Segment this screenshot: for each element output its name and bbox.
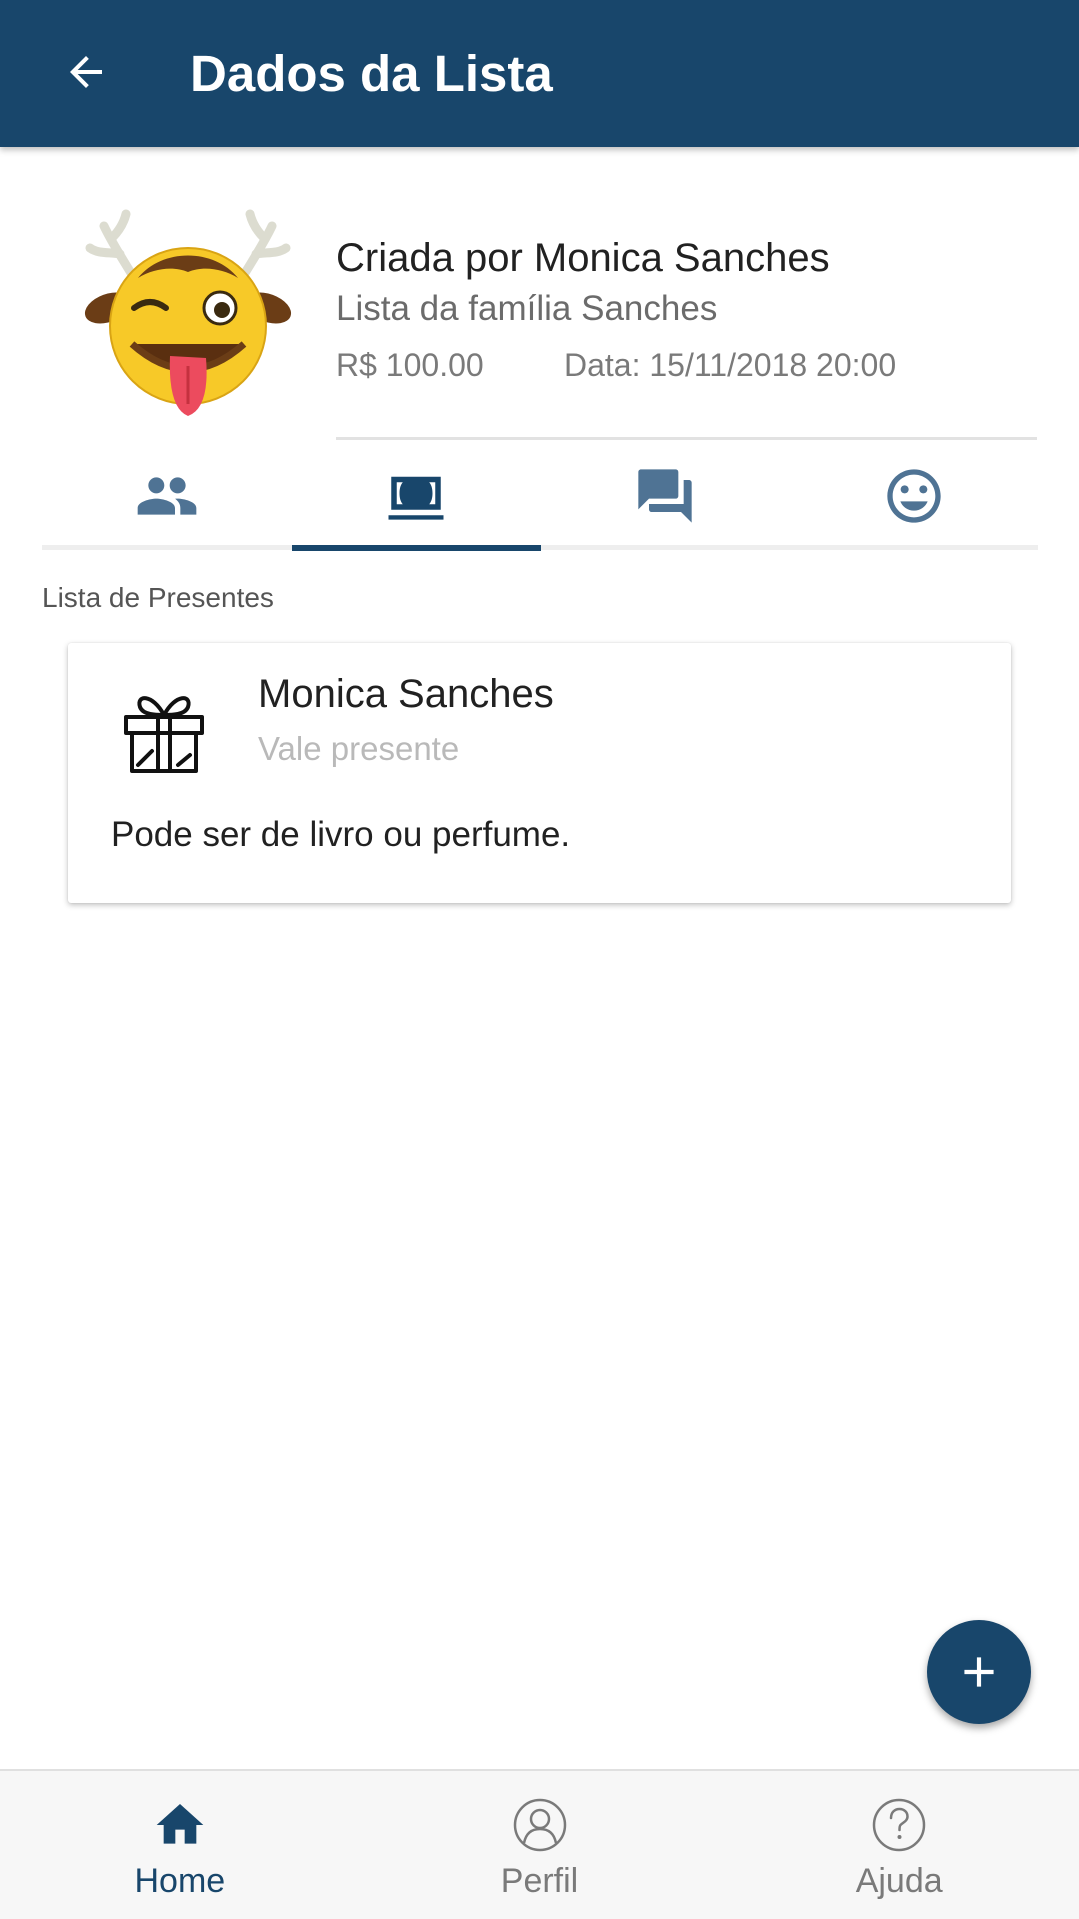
- back-button[interactable]: [44, 30, 128, 114]
- gift-recipient: Monica Sanches: [258, 672, 554, 716]
- app-screen: Dados da Lista Criada por Monica Sanches: [0, 0, 1079, 1919]
- home-icon: [150, 1795, 210, 1855]
- gift-description: Pode ser de livro ou perfume.: [111, 815, 571, 854]
- tab-participants[interactable]: [42, 440, 291, 552]
- profile-icon: [510, 1795, 570, 1855]
- list-name: Lista da família Sanches: [336, 289, 718, 328]
- nav-help-label: Ajuda: [855, 1862, 943, 1900]
- tab-selected-indicator: [292, 545, 541, 551]
- top-app-bar: Dados da Lista: [0, 0, 1079, 147]
- tab-chat[interactable]: [540, 440, 789, 552]
- bottom-navigation: Home Perfil Ajuda: [0, 1769, 1079, 1919]
- group-icon: [137, 477, 196, 515]
- gift-icon: [124, 696, 204, 773]
- list-date: Data: 15/11/2018 20:00: [564, 347, 897, 383]
- add-icon: [964, 1657, 994, 1687]
- page-title: Dados da Lista: [190, 45, 553, 102]
- section-label: Lista de Presentes: [42, 582, 274, 613]
- tab-gifts[interactable]: [291, 440, 540, 552]
- help-icon: [869, 1795, 929, 1855]
- arrow-back-icon: [70, 56, 102, 88]
- gift-type: Vale presente: [258, 730, 460, 767]
- money-icon: [388, 476, 443, 520]
- smiley-icon: [886, 469, 941, 523]
- nav-help[interactable]: Ajuda: [719, 1771, 1079, 1919]
- tab-bar: [42, 440, 1038, 552]
- gift-card[interactable]: Monica Sanches Vale presente Pode ser de…: [68, 643, 1011, 903]
- list-price: R$ 100.00: [336, 347, 484, 383]
- tab-reactions[interactable]: [789, 440, 1038, 552]
- creator-name: Criada por Monica Sanches: [336, 236, 830, 280]
- nav-profile-label: Perfil: [500, 1862, 579, 1900]
- nav-home[interactable]: Home: [0, 1771, 360, 1919]
- chat-icon: [637, 469, 692, 523]
- add-gift-button[interactable]: [927, 1620, 1031, 1724]
- nav-home-label: Home: [134, 1862, 226, 1900]
- reindeer-emoji-avatar: [84, 209, 292, 416]
- nav-profile[interactable]: Perfil: [360, 1771, 720, 1919]
